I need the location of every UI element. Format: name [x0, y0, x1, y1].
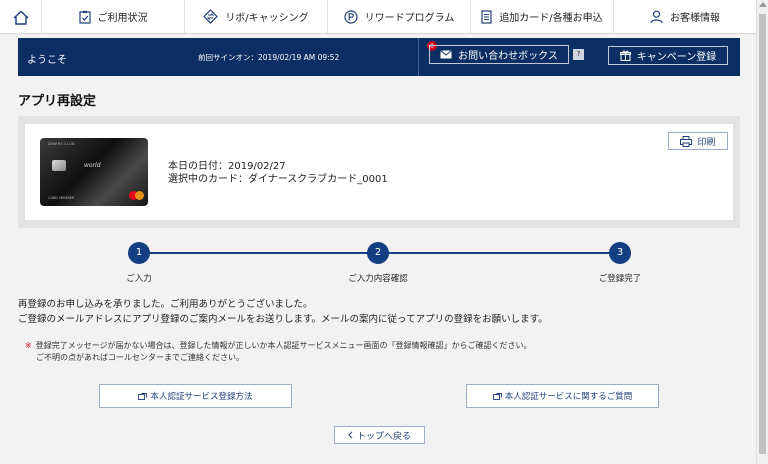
card-info-box: DINERS CLUB world CARD MEMBER 本日の日付：2019… [25, 124, 733, 220]
auth-service-faq-label: 本人認証サービスに関するご質問 [504, 392, 633, 402]
mastercard-logo-icon-right [135, 191, 144, 200]
document-list-icon [481, 9, 492, 24]
vertical-scrollbar[interactable] [756, 0, 768, 464]
step-circle-1: 1 [128, 242, 150, 264]
nav-revolving-cashing[interactable]: リボ/キャッシング [185, 0, 328, 33]
nav-reward-program[interactable]: リワードプログラム [328, 0, 471, 33]
inbox-area: 0 お問い合わせボックス ? [418, 38, 590, 76]
completion-message-line-1: 再登録のお申し込みを承りました。ご利用ありがとうございました。 [18, 299, 313, 310]
print-button[interactable]: 印刷 [668, 132, 728, 150]
step-circle-3: 3 [609, 242, 631, 264]
today-date: 本日の日付：2019/02/27 [168, 161, 286, 172]
gift-icon [619, 50, 631, 61]
card-details: 本日の日付：2019/02/27 選択中のカード：ダイナースクラブカード_000… [168, 160, 388, 186]
nav-usage-status[interactable]: ご利用状況 [42, 0, 185, 33]
card-world-text: world [84, 162, 101, 169]
home-icon [13, 10, 28, 25]
nav-customer-info-label: お客様情報 [670, 13, 720, 24]
envelope-icon [440, 50, 452, 59]
completion-message: 再登録のお申し込みを承りました。ご利用ありがとうございました。 ご登録のメールア… [18, 297, 548, 327]
nav-additional-card[interactable]: 追加カード/各種お申込 [471, 0, 614, 33]
campaign-register-button[interactable]: キャンペーン登録 [608, 46, 728, 65]
external-link-icon [138, 392, 148, 400]
points-p-icon [344, 9, 358, 24]
help-question-button[interactable]: ? [573, 49, 584, 60]
auth-service-method-label: 本人認証サービス登録方法 [150, 392, 253, 402]
step-label-3: ご登録完了 [598, 274, 642, 284]
note-text: ※ 登録完了メッセージが届かない場合は、登録した情報が正しいか本人認証サービスメニ… [25, 340, 532, 364]
nav-customer-info[interactable]: お客様情報 [614, 0, 756, 33]
nav-usage-status-label: ご利用状況 [97, 13, 148, 24]
person-icon [650, 10, 663, 23]
card-chip-icon [52, 160, 66, 171]
top-navigation: ご利用状況 リボ/キャッシング リワードプログラム 追加カード/各種お申込 お客… [0, 0, 756, 34]
step-label-1: ご入力 [126, 274, 152, 284]
campaign-register-label: キャンペーン登録 [636, 52, 717, 63]
progress-steps: 1 2 3 ご入力 ご入力内容確認 ご登録完了 [0, 236, 756, 286]
card-member-text: CARD MEMBER [48, 196, 75, 200]
external-link-icon [492, 392, 502, 400]
inquiry-box-label: お問い合わせボックス [458, 51, 558, 62]
auth-service-method-button[interactable]: 本人認証サービス登録方法 [99, 384, 292, 408]
welcome-bar: ようこそ 前回サインオン：2019/02/19 AM 09:52 0 お問い合わ… [18, 38, 740, 76]
inquiry-box-button[interactable]: お問い合わせボックス [429, 45, 569, 64]
step-circle-2: 2 [367, 242, 389, 264]
auth-service-faq-button[interactable]: 本人認証サービスに関するご質問 [466, 384, 659, 408]
home-button[interactable] [0, 0, 42, 34]
back-to-top-label: トップへ戻る [356, 431, 411, 442]
chevron-left-icon [348, 431, 353, 439]
completion-message-line-2: ご登録のメールアドレスにアプリ登録のご案内メールをお送りします。メールの案内に従… [18, 314, 548, 325]
step-label-2: ご入力内容確認 [348, 274, 408, 284]
print-label: 印刷 [697, 137, 716, 148]
card-image: DINERS CLUB world CARD MEMBER [40, 138, 148, 206]
back-to-top-button[interactable]: トップへ戻る [334, 426, 425, 444]
nav-reward-program-label: リワードプログラム [364, 13, 455, 24]
card-brand-text: DINERS CLUB [48, 142, 75, 146]
card-info-panel: DINERS CLUB world CARD MEMBER 本日の日付：2019… [18, 116, 740, 228]
printer-icon [680, 135, 693, 147]
scrollbar-thumb[interactable] [759, 14, 766, 454]
selected-card: 選択中のカード：ダイナースクラブカード_0001 [168, 174, 388, 185]
note-line-1: 登録完了メッセージが届かない場合は、登録した情報が正しいか本人認証サービスメニュ… [35, 341, 532, 350]
scroll-up-arrow-icon[interactable] [759, 2, 767, 7]
page-title: アプリ再設定 [18, 94, 97, 109]
diamond-arrows-icon [203, 9, 219, 24]
last-signin-text: 前回サインオン：2019/02/19 AM 09:52 [198, 53, 340, 62]
note-mark: ※ [25, 341, 32, 350]
clipboard-check-icon [78, 10, 91, 24]
welcome-greeting: ようこそ [27, 55, 67, 66]
nav-revolving-cashing-label: リボ/キャッシング [225, 13, 309, 24]
nav-additional-card-label: 追加カード/各種お申込 [499, 13, 603, 24]
note-line-2: ご不明の点があればコールセンターまでご連絡ください。 [36, 353, 244, 362]
